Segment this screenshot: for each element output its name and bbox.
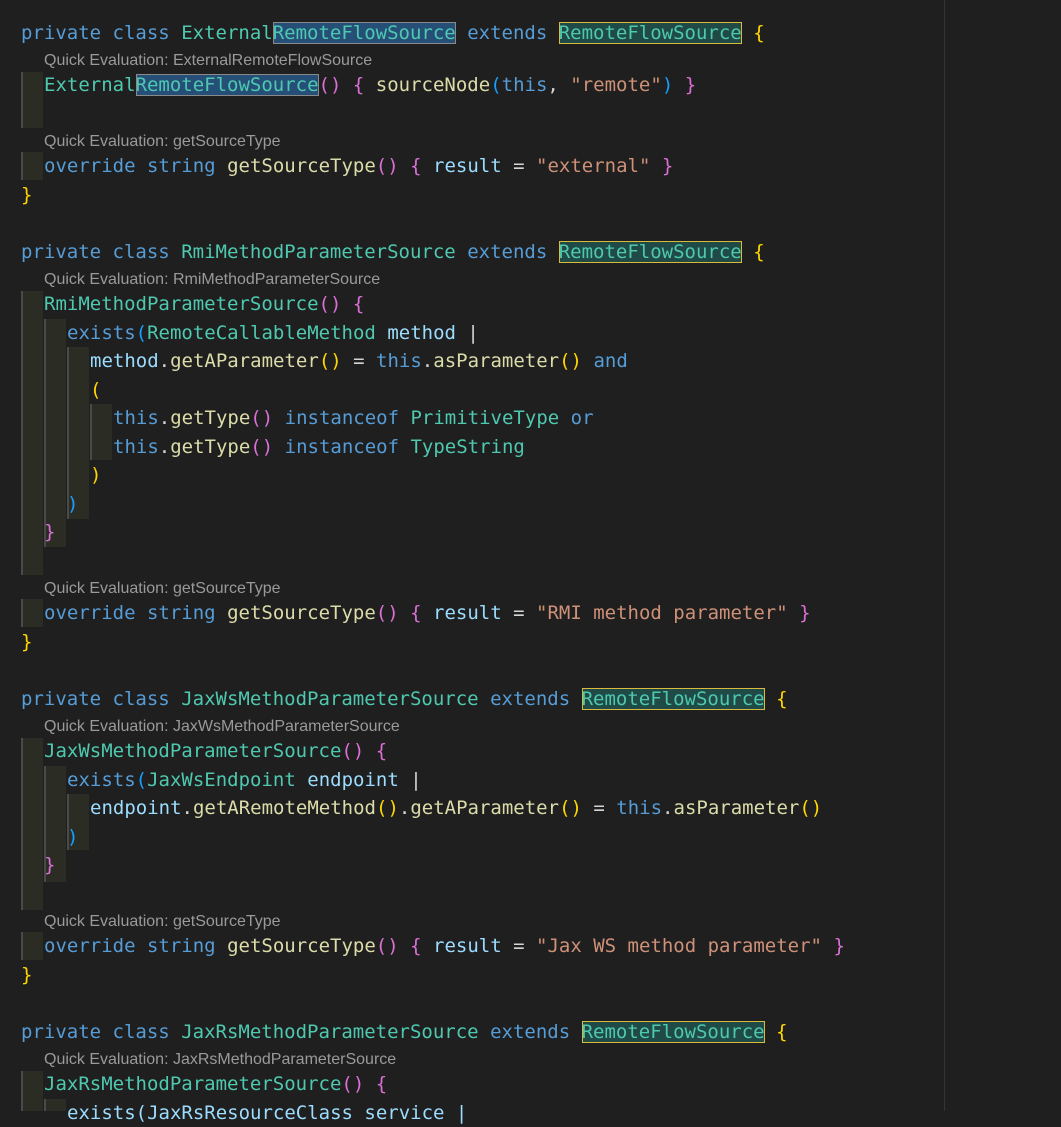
code-line[interactable]: override string getSourceType() { result… bbox=[44, 599, 811, 627]
indent-guide bbox=[21, 1071, 43, 1111]
indent-guide-line bbox=[21, 599, 23, 627]
code-line[interactable]: override string getSourceType() { result… bbox=[44, 152, 673, 180]
indent-guide bbox=[21, 152, 43, 180]
code-line[interactable]: ) bbox=[67, 490, 78, 518]
indent-guide bbox=[44, 1099, 66, 1111]
indent-guide-line bbox=[21, 738, 23, 910]
code-editor[interactable]: private class ExternalRemoteFlowSource e… bbox=[0, 0, 944, 1124]
indent-guide-line bbox=[44, 1099, 46, 1111]
code-line[interactable]: ) bbox=[90, 461, 101, 489]
code-line[interactable]: ) bbox=[67, 823, 78, 851]
code-line[interactable]: exists(RemoteCallableMethod method | bbox=[67, 319, 479, 347]
code-line[interactable]: override string getSourceType() { result… bbox=[44, 932, 845, 960]
editor-ruler bbox=[944, 0, 945, 1111]
quick-evaluation-lens[interactable]: Quick Evaluation: getSourceType bbox=[44, 912, 281, 932]
quick-evaluation-lens[interactable]: Quick Evaluation: JaxRsMethodParameterSo… bbox=[44, 1050, 396, 1070]
code-line[interactable]: } bbox=[44, 518, 55, 546]
code-line[interactable]: endpoint.getARemoteMethod().getAParamete… bbox=[90, 794, 822, 822]
code-line[interactable]: private class JaxWsMethodParameterSource… bbox=[21, 685, 788, 713]
quick-evaluation-lens[interactable]: Quick Evaluation: ExternalRemoteFlowSour… bbox=[44, 51, 372, 71]
code-line[interactable]: exists(JaxWsEndpoint endpoint | bbox=[67, 766, 422, 794]
indent-guide bbox=[44, 319, 66, 547]
quick-evaluation-lens[interactable]: Quick Evaluation: JaxWsMethodParameterSo… bbox=[44, 717, 400, 737]
indent-guide-line bbox=[44, 319, 46, 547]
quick-evaluation-lens[interactable]: Quick Evaluation: RmiMethodParameterSour… bbox=[44, 270, 380, 290]
quick-evaluation-lens[interactable]: Quick Evaluation: getSourceType bbox=[44, 132, 281, 152]
code-line[interactable]: exists(JaxRsResourceClass service | bbox=[67, 1099, 467, 1127]
indent-guide-line bbox=[21, 152, 23, 180]
indent-guide bbox=[90, 404, 112, 460]
indent-guide-line bbox=[21, 932, 23, 960]
indent-guide bbox=[21, 932, 43, 960]
indent-guide-line bbox=[90, 404, 92, 460]
code-line[interactable]: } bbox=[21, 961, 32, 989]
indent-guide-line bbox=[21, 72, 23, 128]
code-line[interactable]: } bbox=[44, 851, 55, 879]
code-line[interactable]: JaxRsMethodParameterSource() { bbox=[44, 1070, 387, 1098]
code-line[interactable]: private class ExternalRemoteFlowSource e… bbox=[21, 19, 765, 47]
code-line[interactable]: private class RmiMethodParameterSource e… bbox=[21, 238, 765, 266]
indent-guide bbox=[21, 738, 43, 910]
code-line[interactable]: RmiMethodParameterSource() { bbox=[44, 290, 364, 318]
code-line[interactable]: this.getType() instanceof PrimitiveType … bbox=[113, 404, 594, 432]
indent-guide bbox=[21, 291, 43, 575]
code-line[interactable]: method.getAParameter() = this.asParamete… bbox=[90, 347, 628, 375]
code-line[interactable]: ExternalRemoteFlowSource() { sourceNode(… bbox=[44, 71, 696, 99]
indent-guide-line bbox=[21, 291, 23, 575]
code-line[interactable]: this.getType() instanceof TypeString bbox=[113, 433, 525, 461]
indent-guide-line bbox=[21, 1071, 23, 1111]
indent-guide bbox=[21, 72, 43, 128]
code-line[interactable]: } bbox=[21, 628, 32, 656]
code-line[interactable]: } bbox=[21, 181, 32, 209]
code-line[interactable]: JaxWsMethodParameterSource() { bbox=[44, 737, 387, 765]
code-line[interactable]: private class JaxRsMethodParameterSource… bbox=[21, 1018, 788, 1046]
indent-guide bbox=[21, 599, 43, 627]
quick-evaluation-lens[interactable]: Quick Evaluation: getSourceType bbox=[44, 579, 281, 599]
code-line[interactable]: ( bbox=[90, 376, 101, 404]
